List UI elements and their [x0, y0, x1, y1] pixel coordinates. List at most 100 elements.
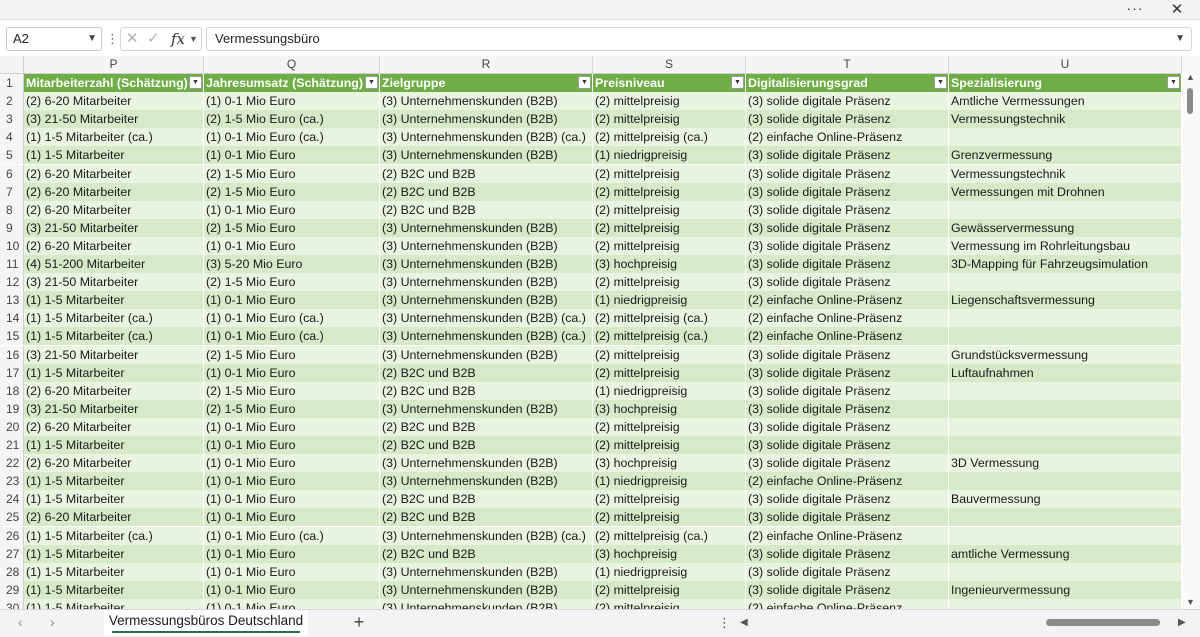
table-cell[interactable]: (3) 21-50 Mitarbeiter [24, 273, 204, 292]
table-cell[interactable]: (3) Unternehmenskunden (B2B) [380, 399, 593, 418]
table-cell[interactable]: (3) solide digitale Präsenz [746, 490, 949, 509]
table-cell[interactable]: (1) 0-1 Mio Euro (ca.) [204, 327, 380, 346]
table-cell[interactable]: (2) einfache Online-Präsenz [746, 526, 949, 545]
table-cell[interactable]: (3) 21-50 Mitarbeiter [24, 345, 204, 364]
add-sheet-icon[interactable]: + [350, 610, 368, 636]
table-cell[interactable]: (1) 1-5 Mitarbeiter [24, 472, 204, 491]
row-number[interactable]: 16 [0, 345, 24, 364]
table-cell[interactable]: (3) 5-20 Mio Euro [204, 255, 380, 274]
table-cell[interactable]: (2) 6-20 Mitarbeiter [24, 236, 204, 255]
table-cell[interactable]: (2) einfache Online-Präsenz [746, 472, 949, 491]
table-cell[interactable] [949, 309, 1182, 328]
filter-dropdown-icon[interactable]: ▼ [934, 76, 947, 89]
table-cell[interactable]: (3) Unternehmenskunden (B2B) [380, 92, 593, 111]
table-cell[interactable]: (2) B2C und B2B [380, 164, 593, 183]
confirm-icon[interactable]: ✓ [147, 28, 160, 50]
table-cell[interactable]: (2) 6-20 Mitarbeiter [24, 92, 204, 111]
table-cell[interactable]: (3) solide digitale Präsenz [746, 399, 949, 418]
table-cell[interactable]: (3) Unternehmenskunden (B2B) [380, 472, 593, 491]
table-cell[interactable]: (3) solide digitale Präsenz [746, 508, 949, 527]
table-cell[interactable]: (2) mittelpreisig [593, 92, 746, 111]
row-number[interactable]: 4 [0, 128, 24, 147]
filter-dropdown-icon[interactable]: ▼ [189, 76, 202, 89]
column-letter-q[interactable]: Q [204, 56, 380, 74]
table-cell[interactable]: (3) Unternehmenskunden (B2B) [380, 146, 593, 165]
table-cell[interactable]: Vermessungen mit Drohnen [949, 182, 1182, 201]
row-number[interactable]: 14 [0, 309, 24, 328]
table-cell[interactable]: (2) B2C und B2B [380, 363, 593, 382]
table-cell[interactable] [949, 508, 1182, 527]
table-cell[interactable]: (2) mittelpreisig (ca.) [593, 128, 746, 147]
table-cell[interactable]: (3) hochpreisig [593, 544, 746, 563]
table-cell[interactable]: (2) mittelpreisig [593, 200, 746, 219]
row-number[interactable]: 30 [0, 598, 24, 609]
row-number[interactable]: 20 [0, 417, 24, 436]
formula-input[interactable]: Vermessungsbüro ▼ [206, 27, 1192, 51]
table-cell[interactable]: (3) Unternehmenskunden (B2B) [380, 218, 593, 237]
row-number[interactable]: 24 [0, 490, 24, 509]
table-cell[interactable]: (3) Unternehmenskunden (B2B) [380, 562, 593, 581]
table-cell[interactable]: Luftaufnahmen [949, 363, 1182, 382]
row-number[interactable]: 29 [0, 580, 24, 599]
table-cell[interactable]: (1) 1-5 Mitarbeiter (ca.) [24, 327, 204, 346]
table-cell[interactable]: (2) B2C und B2B [380, 508, 593, 527]
table-cell[interactable]: (2) 1-5 Mio Euro (ca.) [204, 110, 380, 129]
row-number[interactable]: 25 [0, 508, 24, 527]
scroll-down-icon[interactable]: ▼ [1186, 597, 1195, 607]
table-cell[interactable]: (3) Unternehmenskunden (B2B) [380, 273, 593, 292]
table-cell[interactable]: (2) B2C und B2B [380, 490, 593, 509]
table-cell[interactable]: (4) 51-200 Mitarbeiter [24, 255, 204, 274]
table-cell[interactable]: (2) 6-20 Mitarbeiter [24, 508, 204, 527]
prev-sheet-icon[interactable]: ‹ [18, 610, 23, 636]
table-cell[interactable]: (2) mittelpreisig [593, 580, 746, 599]
table-cell[interactable] [949, 436, 1182, 455]
row-number[interactable]: 11 [0, 255, 24, 274]
header-cell[interactable]: Spezialisierung ▼ [949, 74, 1182, 93]
table-cell[interactable]: (2) mittelpreisig [593, 345, 746, 364]
table-cell[interactable]: (2) mittelpreisig [593, 598, 746, 609]
table-cell[interactable]: amtliche Vermessung [949, 544, 1182, 563]
table-cell[interactable]: (2) B2C und B2B [380, 200, 593, 219]
table-cell[interactable]: (3) 21-50 Mitarbeiter [24, 110, 204, 129]
table-cell[interactable]: (3) Unternehmenskunden (B2B) (ca.) [380, 128, 593, 147]
row-number[interactable]: 17 [0, 363, 24, 382]
table-cell[interactable] [949, 327, 1182, 346]
row-number[interactable]: 2 [0, 92, 24, 111]
table-cell[interactable]: (2) 6-20 Mitarbeiter [24, 381, 204, 400]
header-cell[interactable]: Preisniveau ▼ [593, 74, 746, 93]
table-cell[interactable]: (3) solide digitale Präsenz [746, 110, 949, 129]
table-cell[interactable]: (2) mittelpreisig [593, 110, 746, 129]
table-cell[interactable]: Amtliche Vermessungen [949, 92, 1182, 111]
table-cell[interactable]: (2) 1-5 Mio Euro [204, 218, 380, 237]
table-cell[interactable]: (3) solide digitale Präsenz [746, 273, 949, 292]
table-cell[interactable]: Gewässervermessung [949, 218, 1182, 237]
insert-function-icon[interactable]: fx [171, 28, 185, 50]
table-cell[interactable]: (1) 0-1 Mio Euro [204, 490, 380, 509]
table-cell[interactable]: (1) niedrigpreisig [593, 472, 746, 491]
table-cell[interactable]: (2) B2C und B2B [380, 544, 593, 563]
table-cell[interactable]: (2) mittelpreisig [593, 182, 746, 201]
table-cell[interactable] [949, 417, 1182, 436]
row-number[interactable]: 7 [0, 182, 24, 201]
table-cell[interactable]: (3) Unternehmenskunden (B2B) (ca.) [380, 327, 593, 346]
table-cell[interactable]: (1) 1-5 Mitarbeiter (ca.) [24, 526, 204, 545]
table-cell[interactable]: (1) 0-1 Mio Euro [204, 508, 380, 527]
table-cell[interactable]: (2) B2C und B2B [380, 436, 593, 455]
column-letter-u[interactable]: U [949, 56, 1182, 74]
table-cell[interactable]: (2) mittelpreisig [593, 218, 746, 237]
table-cell[interactable]: (1) 0-1 Mio Euro [204, 436, 380, 455]
table-cell[interactable]: (1) 0-1 Mio Euro [204, 598, 380, 609]
table-cell[interactable]: (1) 0-1 Mio Euro [204, 236, 380, 255]
vertical-dots-icon[interactable]: ⋮ [718, 610, 731, 636]
table-cell[interactable]: (3) hochpreisig [593, 454, 746, 473]
vertical-scroll-thumb[interactable] [1187, 88, 1193, 114]
row-number[interactable]: 21 [0, 436, 24, 455]
table-cell[interactable]: (3) solide digitale Präsenz [746, 182, 949, 201]
table-cell[interactable] [949, 562, 1182, 581]
column-letter-p[interactable]: P [24, 56, 204, 74]
table-cell[interactable]: (3) solide digitale Präsenz [746, 454, 949, 473]
table-cell[interactable]: (3) hochpreisig [593, 255, 746, 274]
table-cell[interactable]: (1) 1-5 Mitarbeiter (ca.) [24, 128, 204, 147]
chevron-down-icon[interactable]: ▼ [189, 28, 198, 50]
table-cell[interactable]: (1) 1-5 Mitarbeiter [24, 598, 204, 609]
